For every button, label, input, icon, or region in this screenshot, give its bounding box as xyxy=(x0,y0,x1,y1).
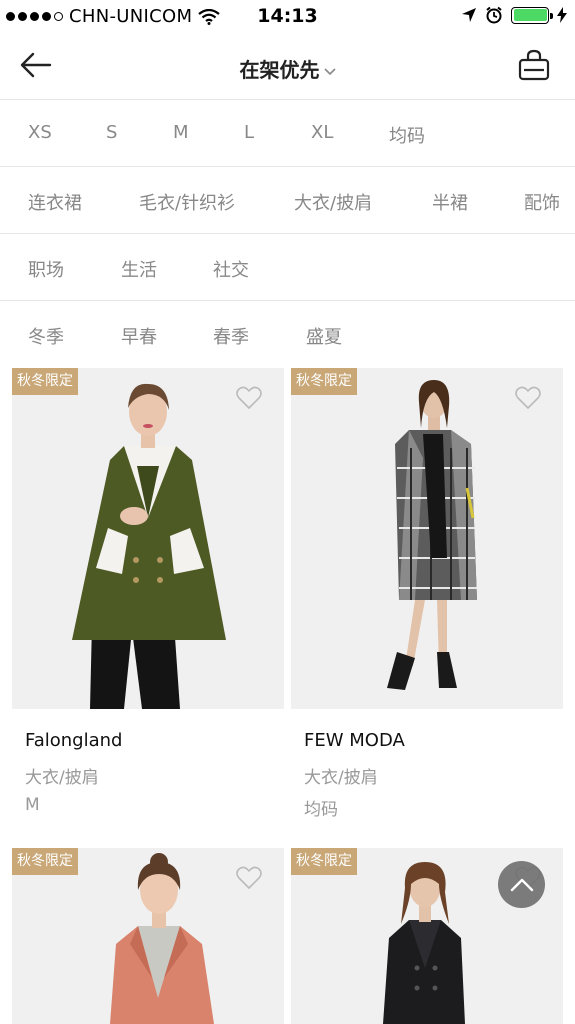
heart-icon[interactable] xyxy=(236,386,262,410)
occasion-filter-row: 职场 生活 社交 xyxy=(0,234,575,301)
filter-category-dress[interactable]: 连衣裙 xyxy=(28,189,82,215)
limited-tag: 秋冬限定 xyxy=(291,848,357,875)
category-filter-row: 连衣裙 毛衣/针织衫 大衣/披肩 半裙 配饰 xyxy=(0,167,575,234)
chevron-down-icon xyxy=(323,67,336,75)
chevron-up-icon xyxy=(510,878,533,891)
status-right xyxy=(461,6,567,24)
filter-size-xs[interactable]: XS xyxy=(28,122,52,143)
shopping-bag-icon[interactable] xyxy=(517,48,551,82)
size-filter-row: XS S M L XL 均码 xyxy=(0,100,575,167)
filter-occasion-social[interactable]: 社交 xyxy=(213,256,249,282)
product-card[interactable]: 秋冬限定 FEW MODA 大衣/披肩 均码 xyxy=(291,368,563,829)
product-card[interactable]: 秋冬限定 Falongland 大衣/披肩 M xyxy=(12,368,284,829)
alarm-icon xyxy=(486,6,502,24)
filter-season-winter[interactable]: 冬季 xyxy=(28,323,64,349)
scroll-to-top-button[interactable] xyxy=(498,861,545,908)
product-card[interactable]: 秋冬限定 xyxy=(12,848,284,1024)
product-category: 大衣/披肩 xyxy=(304,768,378,788)
status-bar: CHN-UNICOM 14:13 xyxy=(0,0,575,34)
filter-size-l[interactable]: L xyxy=(244,122,254,143)
filter-category-accessories[interactable]: 配饰 xyxy=(524,189,560,215)
product-image[interactable] xyxy=(12,368,284,709)
sort-dropdown[interactable]: 在架优先 xyxy=(0,54,575,83)
product-image[interactable] xyxy=(291,368,563,709)
page-title: 在架优先 xyxy=(239,58,320,82)
product-size: 均码 xyxy=(304,800,338,820)
heart-icon[interactable] xyxy=(236,866,262,890)
location-arrow-icon xyxy=(462,8,476,22)
filter-size-xl[interactable]: XL xyxy=(311,122,333,143)
filter-season-spring[interactable]: 春季 xyxy=(213,323,249,349)
filter-size-s[interactable]: S xyxy=(106,122,117,143)
product-brand: FEW MODA xyxy=(304,730,405,751)
filter-size-m[interactable]: M xyxy=(173,122,189,143)
product-brand: Falongland xyxy=(25,730,123,751)
season-filter-row: 冬季 早春 春季 盛夏 xyxy=(0,301,575,368)
filter-category-sweater[interactable]: 毛衣/针织衫 xyxy=(139,189,235,215)
nav-bar: 在架优先 xyxy=(0,34,575,100)
filter-occasion-work[interactable]: 职场 xyxy=(28,256,64,282)
filter-season-early-spring[interactable]: 早春 xyxy=(121,323,157,349)
filter-occasion-life[interactable]: 生活 xyxy=(121,256,157,282)
model-illustration xyxy=(12,368,284,709)
heart-icon[interactable] xyxy=(515,386,541,410)
product-info: Falongland 大衣/披肩 M xyxy=(12,709,284,829)
product-category: 大衣/披肩 xyxy=(25,768,99,788)
model-illustration xyxy=(291,368,563,709)
product-size: M xyxy=(25,795,40,815)
charging-bolt-icon xyxy=(557,7,567,23)
limited-tag: 秋冬限定 xyxy=(12,368,78,395)
filter-season-summer[interactable]: 盛夏 xyxy=(306,323,342,349)
filter-size-onesize[interactable]: 均码 xyxy=(389,122,425,148)
filter-category-coat[interactable]: 大衣/披肩 xyxy=(294,189,372,215)
limited-tag: 秋冬限定 xyxy=(291,368,357,395)
limited-tag: 秋冬限定 xyxy=(12,848,78,875)
product-info: FEW MODA 大衣/披肩 均码 xyxy=(291,709,563,829)
filter-category-skirt[interactable]: 半裙 xyxy=(432,189,468,215)
battery-icon xyxy=(511,6,553,24)
